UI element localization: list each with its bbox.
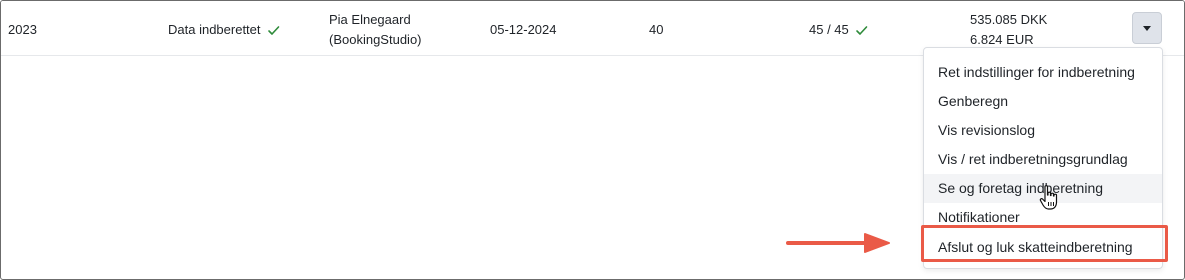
user-company: (BookingStudio): [329, 32, 422, 47]
menu-item-revision-log[interactable]: Vis revisionslog: [924, 116, 1162, 145]
ratio-value: 45 / 45: [809, 22, 849, 37]
menu-item-close-tax-report[interactable]: Afslut og luk skatteindberetning: [924, 233, 1162, 262]
date-cell: 05-12-2024: [490, 22, 557, 37]
check-icon: [855, 24, 868, 37]
caret-down-icon: [1143, 25, 1151, 31]
amount-dkk: 535.085 DKK: [970, 12, 1048, 27]
arrow-right-icon: [785, 231, 895, 255]
status-cell: Data indberettet: [168, 20, 280, 40]
amount-cell: 535.085 DKK 6.824 EUR: [970, 10, 1047, 50]
year-cell: 2023: [8, 22, 37, 37]
actions-dropdown-menu: Ret indstillinger for indberetning Genbe…: [923, 47, 1163, 269]
menu-item-view-submit[interactable]: Se og foretag indberetning: [924, 174, 1162, 203]
actions-dropdown-button[interactable]: [1132, 12, 1162, 44]
ratio-cell: 45 / 45: [809, 20, 868, 40]
menu-item-edit-settings[interactable]: Ret indstillinger for indberetning: [924, 58, 1162, 87]
status-label: Data indberettet: [168, 22, 261, 37]
count-cell: 40: [649, 22, 664, 37]
check-icon: [267, 24, 280, 37]
user-cell: Pia Elnegaard (BookingStudio): [329, 10, 422, 50]
menu-item-notifications[interactable]: Notifikationer: [924, 203, 1162, 232]
user-name: Pia Elnegaard: [329, 12, 411, 27]
menu-item-edit-basis[interactable]: Vis / ret indberetningsgrundlag: [924, 145, 1162, 174]
screenshot-frame: 2023 Data indberettet Pia Elnegaard (Boo…: [0, 0, 1185, 280]
menu-item-recalculate[interactable]: Genberegn: [924, 87, 1162, 116]
